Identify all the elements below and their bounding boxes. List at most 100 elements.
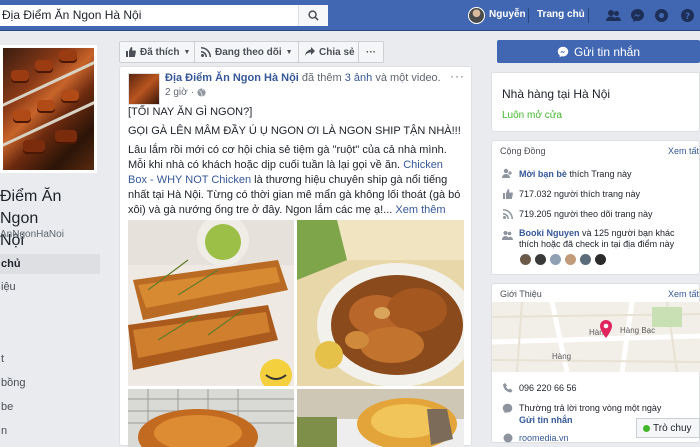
post-header: Địa Điểm Ăn Ngon Hà Nội đã thêm 3 ảnh và…	[165, 72, 441, 84]
search-icon	[308, 10, 319, 21]
caret-down-icon: ▼	[183, 48, 191, 56]
avatar[interactable]	[535, 254, 546, 265]
post-photos-link[interactable]: 3 ảnh	[345, 72, 373, 84]
left-nav-item[interactable]: n	[0, 425, 100, 437]
left-nav-item[interactable]: t	[0, 353, 100, 365]
liked-button[interactable]: Đã thích ▼	[119, 41, 198, 63]
home-link[interactable]: Trang chủ	[537, 9, 585, 20]
friend-requests-icon[interactable]	[606, 8, 621, 23]
more-options-button[interactable]: ···	[358, 41, 384, 63]
friend-name-link[interactable]: Booki Nguyen	[519, 228, 580, 238]
following-button[interactable]: Đang theo dõi ▼	[194, 41, 300, 63]
invite-friends-link[interactable]: Mời bạn bè	[519, 169, 567, 179]
post-text-line: [TỐI NAY ĂN GÌ NGON?]	[128, 106, 253, 118]
caret-down-icon: ▼	[285, 48, 293, 56]
rss-icon	[502, 208, 513, 219]
post-author-name[interactable]: Địa Điểm Ăn Ngon Hà Nội	[165, 72, 299, 84]
search-button[interactable]	[298, 5, 328, 26]
send-message-link[interactable]: Gửi tin nhắn	[519, 415, 573, 425]
invite-friends-icon	[502, 168, 513, 179]
chat-label: Trò chuy	[653, 422, 692, 434]
map-street-label: Hàng Bạc	[620, 326, 656, 335]
globe-icon	[197, 88, 206, 97]
thumbs-up-icon	[502, 188, 513, 199]
messenger-icon	[557, 46, 569, 57]
community-card: Cộng Đồng Xem tất Mời bạn bè thích Trang…	[491, 140, 700, 275]
post-time: 2 giờ	[165, 87, 188, 98]
left-nav-label: bồng	[1, 377, 26, 389]
feed-post: Địa Điểm Ăn Ngon Hà Nội đã thêm 3 ảnh và…	[119, 66, 472, 447]
more-icon: ···	[366, 46, 376, 58]
post-author-avatar[interactable]	[128, 73, 160, 105]
post-photo[interactable]	[297, 220, 464, 386]
chat-tab[interactable]: Trò chuy	[636, 418, 700, 438]
community-see-all-link[interactable]: Xem tất	[668, 146, 699, 156]
invite-text: thích Trang này	[569, 168, 632, 179]
post-photo[interactable]	[297, 389, 464, 447]
post-photo[interactable]	[128, 220, 294, 386]
friends-row: Booki Nguyen và 125 người bạn khác thích…	[502, 228, 694, 250]
post-photo[interactable]	[128, 389, 294, 447]
avatar[interactable]	[595, 254, 606, 265]
share-button[interactable]: Chia sẻ	[298, 41, 362, 63]
left-nav-item[interactable]: be	[0, 401, 100, 413]
search-input[interactable]: Địa Điểm Ăn Ngon Hà Nội	[2, 8, 141, 22]
online-status-icon	[643, 424, 650, 432]
avatar[interactable]	[520, 254, 531, 265]
friends-icon	[502, 230, 513, 241]
likes-row: 717.032 người thích trang này	[502, 188, 640, 199]
about-title: Giới Thiệu	[500, 289, 542, 299]
following-label: Đang theo dõi	[215, 46, 282, 58]
user-avatar[interactable]	[468, 7, 485, 24]
search-box[interactable]: Địa Điểm Ăn Ngon Hà Nội	[0, 5, 328, 26]
send-message-button[interactable]: Gửi tin nhắn	[497, 40, 700, 63]
avatar[interactable]	[580, 254, 591, 265]
divider	[528, 8, 529, 23]
left-nav-item-home[interactable]: chủ	[0, 254, 100, 274]
post-body: Lâu lắm rồi mới có cơ hội chia sẻ tiệm g…	[128, 143, 463, 218]
post-body-text: Lâu lắm rồi mới có cơ hội chia sẻ tiệm g…	[128, 144, 447, 171]
top-navigation-bar: Địa Điểm Ăn Ngon Hà Nội Nguyễn Trang chủ…	[0, 0, 700, 31]
map-street-label: Hàng	[552, 352, 572, 361]
left-nav-label: iệu	[1, 281, 16, 293]
phone-row: 096 220 66 56	[502, 382, 577, 393]
left-nav-item[interactable]: bồng	[0, 377, 100, 389]
response-time: Thường trả lời trong vòng một ngày	[519, 403, 662, 413]
left-nav-label: t	[1, 353, 5, 365]
rss-icon	[201, 47, 211, 57]
page-handle[interactable]: AnNgonHaNoi	[0, 229, 64, 240]
left-nav-item[interactable]: iệu	[0, 281, 100, 293]
friend-avatars	[520, 254, 606, 265]
likes-count: 717.032 người thích trang này	[519, 188, 641, 199]
map-pin-icon	[600, 320, 612, 338]
page-profile-picture[interactable]	[0, 45, 97, 173]
messenger-icon[interactable]	[630, 8, 645, 23]
thumbs-up-icon	[126, 47, 136, 57]
phone-number[interactable]: 096 220 66 56	[519, 383, 577, 393]
map[interactable]: Hàng Hàng Bạc Hàng	[492, 302, 700, 372]
share-label: Chia sẻ	[319, 46, 355, 58]
notifications-icon[interactable]	[654, 8, 669, 23]
follows-count: 719.205 người theo dõi trang này	[519, 208, 653, 219]
see-more-link[interactable]: Xem thêm	[395, 204, 445, 216]
post-options-icon[interactable]: ···	[450, 69, 465, 83]
help-icon[interactable]: ?	[680, 8, 695, 23]
phone-icon	[502, 382, 513, 393]
page-category[interactable]: Nhà hàng tại Hà Nội	[502, 87, 610, 101]
messenger-icon	[502, 403, 513, 414]
avatar[interactable]	[565, 254, 576, 265]
about-see-all-link[interactable]: Xem tất	[668, 289, 699, 299]
community-title: Cộng Đồng	[500, 146, 546, 156]
left-nav-label: chủ	[1, 258, 21, 270]
open-status: Luôn mở cửa	[502, 110, 562, 121]
post-action-tail: và một video.	[375, 72, 441, 84]
svg-text:?: ?	[685, 12, 690, 22]
avatar[interactable]	[550, 254, 561, 265]
page-title: Điểm Ăn Ngon Nội	[0, 186, 100, 252]
profile-link[interactable]: Nguyễn	[489, 9, 526, 20]
post-timestamp[interactable]: 2 giờ ·	[165, 87, 206, 98]
dot-separator: ·	[190, 87, 195, 98]
left-nav-label: be	[1, 401, 14, 413]
left-nav-label: n	[1, 425, 8, 437]
follows-row: 719.205 người theo dõi trang này	[502, 208, 653, 219]
